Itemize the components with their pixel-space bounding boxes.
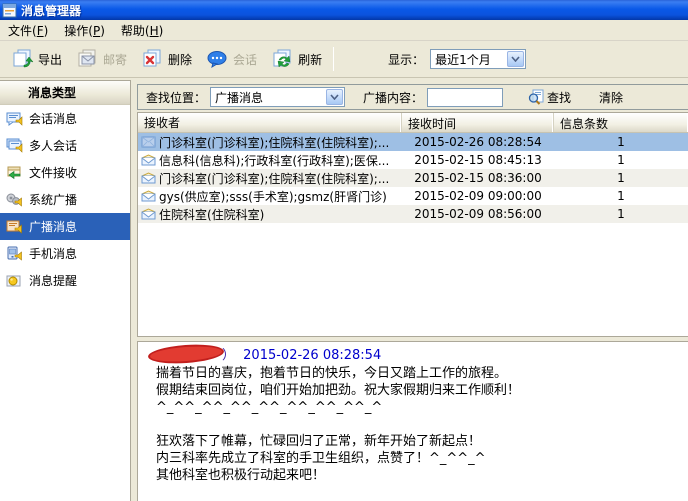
- table-row[interactable]: 住院科室(住院科室) 2015-02-09 08:56:00 1: [138, 205, 688, 223]
- search-location-label: 查找位置：: [146, 89, 206, 106]
- toolbar: 导出 邮寄 删除 会话 刷新: [0, 41, 688, 78]
- envelope-icon: [141, 136, 156, 148]
- envelope-icon: [141, 208, 156, 220]
- broadcast-message-icon: [6, 219, 23, 235]
- find-label: 查找: [547, 89, 571, 106]
- search-bar: 查找位置： 广播消息 广播内容： 查找 清除: [137, 84, 688, 110]
- delete-icon: [141, 49, 165, 69]
- sidebar-item-label: 广播消息: [29, 218, 77, 235]
- main-panel: 查找位置： 广播消息 广播内容： 查找 清除 接收者 接收时间 信息条数: [132, 80, 688, 501]
- envelope-icon: [141, 154, 156, 166]
- mobile-message-icon: [6, 246, 23, 262]
- display-range-select[interactable]: 最近1个月: [430, 49, 526, 69]
- mail-button[interactable]: 邮寄: [69, 45, 134, 73]
- refresh-icon: [271, 49, 295, 69]
- window-title: 消息管理器: [21, 2, 81, 19]
- clear-button[interactable]: 清除: [593, 87, 629, 108]
- table-row[interactable]: gys(供应室);sss(手术室);gsmz(肝肾门诊) 2015-02-09 …: [138, 187, 688, 205]
- sidebar-item-label: 系统广播: [29, 191, 77, 208]
- search-content-label: 广播内容：: [363, 89, 423, 106]
- title-bar: 消息管理器: [0, 0, 688, 20]
- find-button[interactable]: 查找: [523, 87, 575, 108]
- menu-bar: 文件(F) 操作(P) 帮助(H): [0, 20, 688, 41]
- group-session-icon: [6, 138, 23, 154]
- session-button[interactable]: 会话: [199, 45, 264, 73]
- message-body-line: 其他科室也积极行动起来吧！: [144, 467, 688, 484]
- display-label: 显示：: [388, 51, 424, 68]
- sidebar-item-broadcast-message[interactable]: 广播消息: [0, 213, 130, 240]
- message-sender-line: ） 2015-02-26 08:28:54: [144, 347, 688, 365]
- message-detail-panel: ） 2015-02-26 08:28:54 揣着节日的喜庆，抱着节日的快乐，今日…: [137, 341, 688, 501]
- table-header: 接收者 接收时间 信息条数: [138, 113, 688, 133]
- message-timestamp: 2015-02-26 08:28:54: [239, 348, 381, 363]
- message-table: 接收者 接收时间 信息条数 门诊科室(门诊科室);住院科室(住院科室);... …: [137, 112, 688, 337]
- menu-file[interactable]: 文件(F): [0, 20, 56, 41]
- search-location-select[interactable]: 广播消息: [210, 87, 345, 107]
- sidebar-item-group-session[interactable]: 多人会话: [0, 132, 130, 159]
- delete-button[interactable]: 删除: [134, 45, 199, 73]
- export-label: 导出: [38, 51, 62, 68]
- delete-label: 删除: [168, 51, 192, 68]
- sidebar: 消息类型 会话消息 多人会话 文件接收: [0, 80, 131, 501]
- menu-help[interactable]: 帮助(H): [113, 20, 171, 41]
- sidebar-item-mobile-message[interactable]: 手机消息: [0, 240, 130, 267]
- search-icon: [527, 89, 545, 105]
- toolbar-separator: [333, 47, 334, 71]
- sidebar-item-message-alert[interactable]: 消息提醒: [0, 267, 130, 294]
- sidebar-item-label: 手机消息: [29, 245, 77, 262]
- column-header-time[interactable]: 接收时间: [402, 113, 554, 132]
- table-row[interactable]: 信息科(信息科);行政科室(行政科室);医保... 2015-02-15 08:…: [138, 151, 688, 169]
- table-row[interactable]: 门诊科室(门诊科室);住院科室(住院科室);... 2015-02-26 08:…: [138, 133, 688, 151]
- message-body-line: 揣着节日的喜庆，抱着节日的快乐，今日又踏上工作的旅程。: [144, 365, 688, 382]
- export-button[interactable]: 导出: [4, 45, 69, 73]
- refresh-label: 刷新: [298, 51, 322, 68]
- sidebar-item-system-broadcast[interactable]: 系统广播: [0, 186, 130, 213]
- mail-icon: [76, 49, 100, 69]
- message-body-line: ^_^^_^^_^^_^^_^^_^^_^^_^: [144, 399, 688, 416]
- column-header-count[interactable]: 信息条数: [554, 113, 688, 132]
- display-range-value: 最近1个月: [431, 51, 506, 68]
- envelope-icon: [141, 172, 156, 184]
- export-icon: [11, 49, 35, 69]
- sidebar-item-label: 会话消息: [29, 110, 77, 127]
- mail-label: 邮寄: [103, 51, 127, 68]
- file-receive-icon: [6, 165, 23, 181]
- search-content-input[interactable]: [427, 88, 503, 107]
- chevron-down-icon[interactable]: [326, 89, 343, 105]
- message-alert-icon: [6, 273, 23, 289]
- table-row[interactable]: 门诊科室(门诊科室);住院科室(住院科室);... 2015-02-15 08:…: [138, 169, 688, 187]
- envelope-icon: [141, 190, 156, 202]
- sidebar-item-label: 消息提醒: [29, 272, 77, 289]
- message-body-line: 假期结束回岗位，咱们开始加把劲。祝大家假期归来工作顺利！: [144, 382, 688, 399]
- sidebar-item-file-receive[interactable]: 文件接收: [0, 159, 130, 186]
- message-body-line: 狂欢落下了帷幕，忙碌回归了正常，新年开始了新起点！: [144, 433, 688, 450]
- search-location-value: 广播消息: [211, 89, 325, 106]
- session-label: 会话: [233, 51, 257, 68]
- session-message-icon: [6, 111, 23, 127]
- system-broadcast-icon: [6, 192, 23, 208]
- sidebar-item-label: 文件接收: [29, 164, 77, 181]
- sidebar-item-label: 多人会话: [29, 137, 77, 154]
- column-header-receiver[interactable]: 接收者: [138, 113, 402, 132]
- message-body-line: [144, 416, 688, 433]
- app-icon: [2, 3, 17, 18]
- menu-operate[interactable]: 操作(P): [56, 20, 113, 41]
- refresh-button[interactable]: 刷新: [264, 45, 329, 73]
- sidebar-header: 消息类型: [0, 81, 130, 105]
- chevron-down-icon[interactable]: [507, 51, 524, 67]
- sidebar-item-session-message[interactable]: 会话消息: [0, 105, 130, 132]
- message-body-line: 内三科率先成立了科室的手卫生组织，点赞了！^_^^_^: [144, 450, 688, 467]
- chat-icon: [206, 49, 230, 69]
